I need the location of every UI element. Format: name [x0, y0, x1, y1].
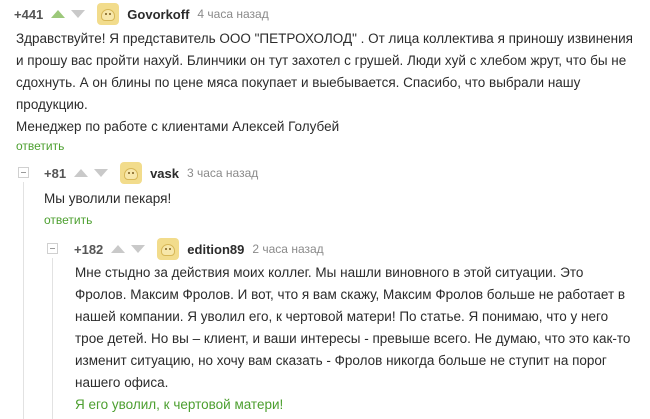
comment-header: +81 vask 3 часа назад: [44, 161, 258, 185]
comment-rating: +441: [14, 6, 44, 22]
collapse-thread-button[interactable]: [18, 167, 29, 178]
downvote-arrow-icon[interactable]: [94, 169, 109, 177]
comment-time: 3 часа назад: [186, 166, 259, 180]
thread-line: [52, 258, 53, 419]
collapse-thread-button[interactable]: [47, 243, 58, 254]
comment-rating: +81: [44, 165, 67, 181]
upvote-arrow-icon[interactable]: [111, 245, 126, 253]
comment-body: Мне стыдно за действия моих коллег. Мы н…: [75, 262, 635, 416]
reply-link[interactable]: ответить: [16, 139, 64, 153]
avatar[interactable]: [157, 238, 180, 260]
comment-body: Мы уволили пекаря!: [44, 191, 172, 206]
avatar[interactable]: [97, 3, 120, 25]
comment-paragraph: Менеджер по работе с клиентами Алексей Г…: [16, 119, 340, 134]
comment-header: +182 edition89 2 часа назад: [74, 237, 324, 261]
comment-time: 4 часа назад: [197, 7, 269, 21]
comment-author[interactable]: edition89: [187, 242, 244, 257]
comment-author[interactable]: vask: [150, 166, 179, 181]
upvote-arrow-icon[interactable]: [51, 10, 66, 18]
comment-time: 2 часа назад: [252, 242, 324, 256]
downvote-arrow-icon[interactable]: [131, 245, 146, 253]
upvote-arrow-icon[interactable]: [74, 169, 89, 177]
comment-paragraph: Мне стыдно за действия моих коллег. Мы н…: [75, 265, 631, 390]
comment-body: Здравствуйте! Я представитель ООО "ПЕТРО…: [16, 28, 636, 138]
comment-rating: +182: [74, 241, 104, 257]
comment-header: +441 Govorkoff 4 часа назад: [14, 2, 269, 26]
reply-link[interactable]: ответить: [44, 213, 92, 227]
comment-paragraph: Здравствуйте! Я представитель ООО "ПЕТРО…: [16, 31, 633, 112]
greentext-quote: Я его уволил, к чертовой матери!: [75, 397, 284, 412]
thread-line: [23, 182, 24, 419]
avatar[interactable]: [120, 162, 143, 184]
downvote-arrow-icon[interactable]: [71, 10, 86, 18]
comment-author[interactable]: Govorkoff: [127, 7, 189, 22]
